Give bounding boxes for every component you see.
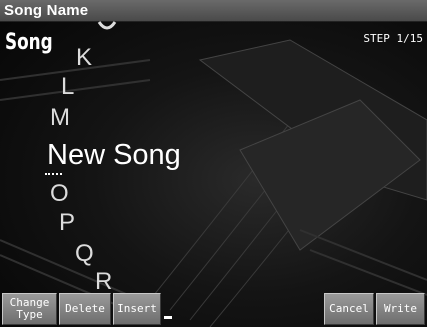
char-option[interactable]: Q [75,242,94,266]
char-option[interactable]: O [50,182,69,206]
char-option-clipped[interactable] [96,18,118,40]
step-indicator: STEP 1/15 [363,32,423,45]
change-type-button[interactable]: Change Type [2,293,57,325]
song-name-screen: Song Name Song STEP 1/15 K L M New Song … [0,0,427,327]
underscore-cursor [164,316,172,319]
char-option[interactable]: L [61,75,74,99]
char-option[interactable]: M [50,106,70,130]
insert-button[interactable]: Insert [113,293,161,325]
change-type-label-line2: Type [16,308,43,321]
write-button[interactable]: Write [376,293,425,325]
screen-title: Song Name [4,2,89,19]
char-option[interactable]: R [95,270,112,294]
title-bar: Song Name [0,0,427,22]
edit-cursor [45,173,62,175]
partial-char-icon [97,21,117,30]
song-name-value[interactable]: New Song [47,141,181,170]
cancel-button[interactable]: Cancel [324,293,374,325]
delete-button[interactable]: Delete [59,293,111,325]
char-option[interactable]: P [59,211,75,235]
mode-label: Song [5,30,53,55]
char-option[interactable]: K [76,46,92,70]
